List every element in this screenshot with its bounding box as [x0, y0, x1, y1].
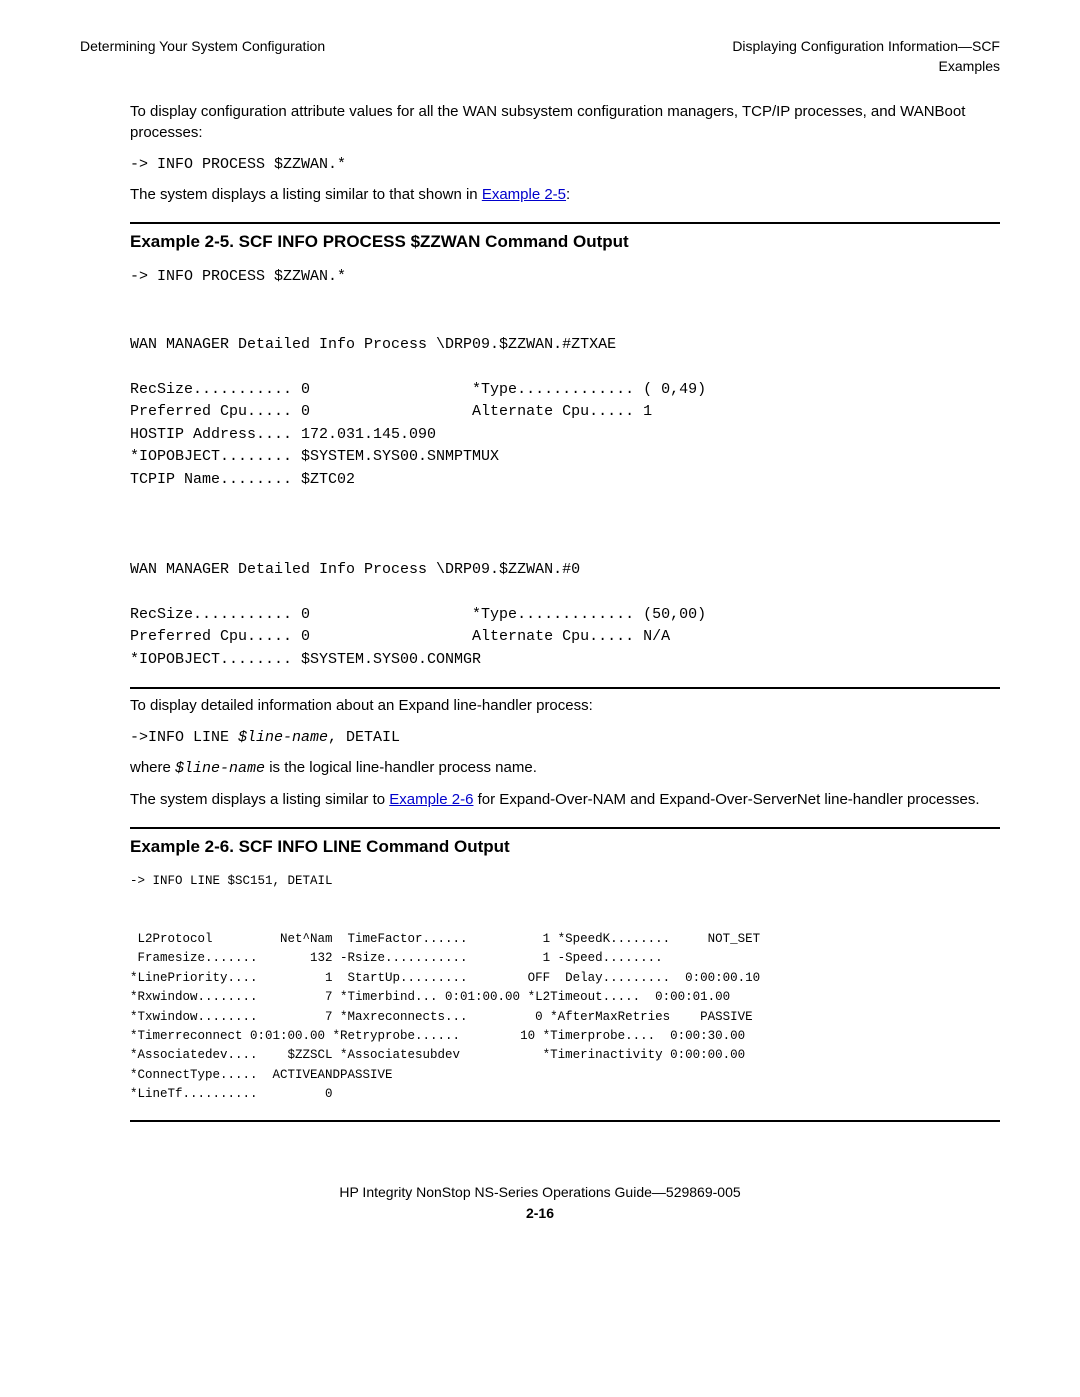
code2-a: ->INFO LINE	[130, 729, 238, 746]
footer-page-number: 2-16	[80, 1203, 1000, 1223]
intro-paragraph-1: To display configuration attribute value…	[130, 101, 1000, 145]
p4-linename: $line-name	[175, 760, 265, 777]
header-left: Determining Your System Configuration	[80, 36, 325, 77]
page-footer: HP Integrity NonStop NS-Series Operation…	[80, 1182, 1000, 1223]
command-info-line: ->INFO LINE $line-name, DETAIL	[130, 727, 1000, 749]
example-2-5-output: -> INFO PROCESS $ZZWAN.* WAN MANAGER Det…	[130, 266, 1000, 671]
code2-linename: $line-name	[238, 729, 328, 746]
intro-paragraph-2: The system displays a listing similar to…	[130, 184, 1000, 206]
paragraph-where-linename: where $line-name is the logical line-han…	[130, 757, 1000, 780]
header-right-line2: Examples	[732, 56, 1000, 76]
example-2-6-title: Example 2-6. SCF INFO LINE Command Outpu…	[130, 835, 1000, 860]
p2-text-a: The system displays a listing similar to…	[130, 186, 482, 203]
paragraph-expand-line: To display detailed information about an…	[130, 695, 1000, 717]
paragraph-expand-listing: The system displays a listing similar to…	[130, 789, 1000, 811]
p4-a: where	[130, 759, 175, 776]
p4-b: is the logical line-handler process name…	[265, 759, 537, 776]
page-content: To display configuration attribute value…	[130, 101, 1000, 1123]
divider	[130, 1120, 1000, 1122]
footer-guide-title: HP Integrity NonStop NS-Series Operation…	[80, 1182, 1000, 1202]
p5-b: for Expand-Over-NAM and Expand-Over-Serv…	[473, 791, 979, 808]
link-example-2-5[interactable]: Example 2-5	[482, 186, 566, 203]
page-header: Determining Your System Configuration Di…	[80, 36, 1000, 77]
divider	[130, 827, 1000, 829]
command-info-process: -> INFO PROCESS $ZZWAN.*	[130, 154, 1000, 176]
p5-a: The system displays a listing similar to	[130, 791, 389, 808]
header-right-line1: Displaying Configuration Information—SCF	[732, 36, 1000, 56]
example-2-6-output: -> INFO LINE $SC151, DETAIL L2Protocol N…	[130, 872, 1000, 1105]
code2-b: , DETAIL	[328, 729, 400, 746]
divider	[130, 222, 1000, 224]
link-example-2-6[interactable]: Example 2-6	[389, 791, 473, 808]
header-right: Displaying Configuration Information—SCF…	[732, 36, 1000, 77]
example-2-5-title: Example 2-5. SCF INFO PROCESS $ZZWAN Com…	[130, 230, 1000, 255]
divider	[130, 687, 1000, 689]
p2-text-b: :	[566, 186, 570, 203]
